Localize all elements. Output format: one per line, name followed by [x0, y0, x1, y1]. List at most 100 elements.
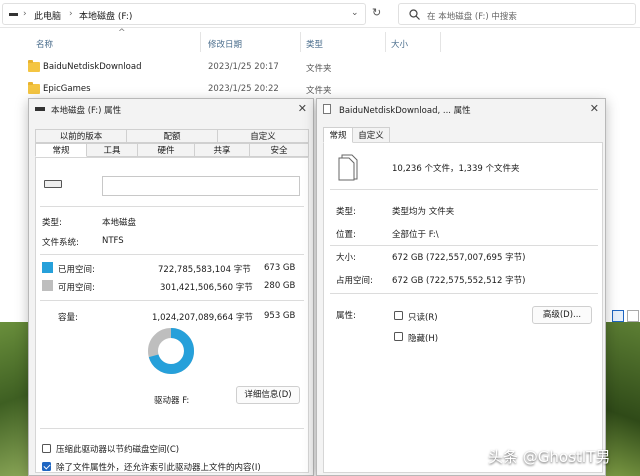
dialog-titlebar: 本地磁盘 (F:) 属性 ✕	[29, 99, 313, 119]
compress-label: 压缩此驱动器以节约磁盘空间(C)	[56, 445, 180, 455]
size-on-disk-value: 672 GB (722,575,552,512 字节)	[392, 276, 526, 286]
filesystem-value: NTFS	[102, 236, 124, 246]
size-value: 672 GB (722,557,007,695 字节)	[392, 253, 526, 263]
files-icon	[338, 154, 358, 181]
location-label: 位置:	[336, 230, 356, 240]
folder-icon	[28, 82, 40, 94]
capacity-bytes: 1,024,207,089,664 字节	[152, 313, 253, 323]
column-divider	[440, 32, 441, 52]
tab-security[interactable]: 安全	[249, 143, 309, 157]
tab-previous-versions[interactable]: 以前的版本	[35, 129, 127, 143]
address-box[interactable]: › 此电脑 › 本地磁盘 (F:) ⌄	[2, 3, 366, 25]
drive-icon	[35, 107, 45, 111]
column-type[interactable]: 类型	[306, 38, 323, 50]
free-space-gb: 280 GB	[264, 281, 296, 291]
tab-tools[interactable]: 工具	[86, 143, 138, 157]
tab-general[interactable]: 常规	[323, 127, 353, 143]
index-label: 除了文件属性外，还允许索引此驱动器上文件的内容(I)	[56, 463, 261, 473]
tab-quota[interactable]: 配额	[126, 129, 218, 143]
tab-hardware[interactable]: 硬件	[137, 143, 195, 157]
readonly-label: 只读(R)	[408, 313, 438, 323]
folder-properties-dialog: BaiduNetdiskDownload, ... 属性 ✕ 常规 自定义 10…	[316, 98, 606, 476]
search-icon	[409, 9, 420, 20]
contents-summary: 10,236 个文件，1,339 个文件夹	[392, 164, 520, 174]
details-view-icon[interactable]	[612, 310, 624, 322]
column-divider	[200, 32, 201, 52]
background-game-art	[606, 322, 640, 476]
used-color-swatch	[42, 262, 53, 273]
size-on-disk-label: 占用空间:	[336, 276, 373, 286]
used-space-gb: 673 GB	[264, 263, 296, 273]
file-type: 文件夹	[306, 64, 332, 74]
free-space-label: 可用空间:	[58, 283, 95, 293]
index-checkbox[interactable]	[42, 462, 51, 471]
used-space-label: 已用空间:	[58, 265, 95, 275]
type-label: 类型:	[42, 218, 62, 228]
hidden-label: 隐藏(H)	[408, 334, 439, 344]
divider	[330, 189, 598, 190]
tab-general[interactable]: 常规	[35, 143, 87, 157]
breadcrumb-this-pc[interactable]: 此电脑	[34, 9, 61, 22]
column-divider	[300, 32, 301, 52]
file-name: EpicGames	[43, 84, 91, 94]
column-divider	[385, 32, 386, 52]
chevron-right-icon: ›	[69, 9, 73, 19]
folder-icon	[28, 60, 40, 72]
divider	[40, 428, 304, 429]
location-value: 全部位于 F:\	[392, 230, 439, 240]
chevron-right-icon: ›	[23, 9, 27, 19]
file-name: BaiduNetdiskDownload	[43, 62, 142, 72]
sort-up-icon: ^	[118, 28, 126, 38]
advanced-button[interactable]: 高级(D)...	[532, 306, 592, 324]
free-color-swatch	[42, 280, 53, 291]
drive-icon	[44, 180, 62, 188]
capacity-gb: 953 GB	[264, 311, 296, 321]
file-row[interactable]: EpicGames 2023/1/25 20:22 文件夹	[0, 80, 400, 100]
details-button[interactable]: 详细信息(D)	[236, 386, 300, 404]
capacity-label: 容量:	[58, 313, 78, 323]
column-size[interactable]: 大小	[391, 38, 408, 50]
compress-checkbox[interactable]	[42, 444, 51, 453]
divider	[330, 245, 598, 246]
divider	[40, 300, 304, 301]
column-header-row: ^ 名称 修改日期 类型 大小	[0, 28, 640, 54]
tab-sharing[interactable]: 共享	[194, 143, 250, 157]
background-game-art	[0, 322, 30, 476]
divider	[40, 206, 304, 207]
readonly-checkbox[interactable]	[394, 311, 403, 320]
tiles-view-icon[interactable]	[627, 310, 639, 322]
type-value: 本地磁盘	[102, 218, 137, 228]
attributes-label: 属性:	[336, 311, 356, 321]
volume-label-input[interactable]	[102, 176, 300, 196]
general-panel: 10,236 个文件，1,339 个文件夹 类型: 类型均为 文件夹 位置: 全…	[323, 142, 603, 473]
chevron-down-icon[interactable]: ⌄	[351, 8, 359, 18]
close-icon[interactable]: ✕	[590, 102, 599, 115]
dialog-title: 本地磁盘 (F:) 属性	[51, 106, 122, 116]
file-icon	[323, 104, 331, 114]
dialog-title: BaiduNetdiskDownload, ... 属性	[339, 106, 471, 116]
filesystem-label: 文件系统:	[42, 238, 79, 248]
breadcrumb-drive[interactable]: 本地磁盘 (F:)	[79, 9, 132, 22]
divider	[40, 254, 304, 255]
file-date: 2023/1/25 20:22	[208, 84, 279, 94]
file-date: 2023/1/25 20:17	[208, 62, 279, 72]
size-label: 大小:	[336, 253, 356, 263]
file-row[interactable]: BaiduNetdiskDownload 2023/1/25 20:17 文件夹	[0, 58, 400, 78]
drive-letter-label: 驱动器 F:	[154, 396, 190, 406]
hidden-checkbox[interactable]	[394, 332, 403, 341]
refresh-icon[interactable]: ↻	[372, 6, 381, 19]
column-name[interactable]: 名称	[36, 38, 53, 50]
drive-icon	[9, 13, 18, 16]
drive-properties-dialog: 本地磁盘 (F:) 属性 ✕ 以前的版本 配额 自定义 常规 工具 硬件 共享 …	[28, 98, 314, 476]
search-input[interactable]: 在 本地磁盘 (F:) 中搜索	[398, 3, 636, 25]
column-modified[interactable]: 修改日期	[208, 38, 242, 50]
file-type: 文件夹	[306, 86, 332, 96]
tab-customize[interactable]: 自定义	[217, 129, 309, 143]
close-icon[interactable]: ✕	[298, 102, 307, 115]
tab-customize[interactable]: 自定义	[352, 127, 390, 143]
free-space-bytes: 301,421,506,560 字节	[160, 283, 253, 293]
dialog-titlebar: BaiduNetdiskDownload, ... 属性 ✕	[317, 99, 605, 119]
used-space-bytes: 722,785,583,104 字节	[158, 265, 251, 275]
watermark: 头条 @GhostIT男	[488, 448, 611, 466]
usage-donut-chart	[148, 328, 194, 374]
